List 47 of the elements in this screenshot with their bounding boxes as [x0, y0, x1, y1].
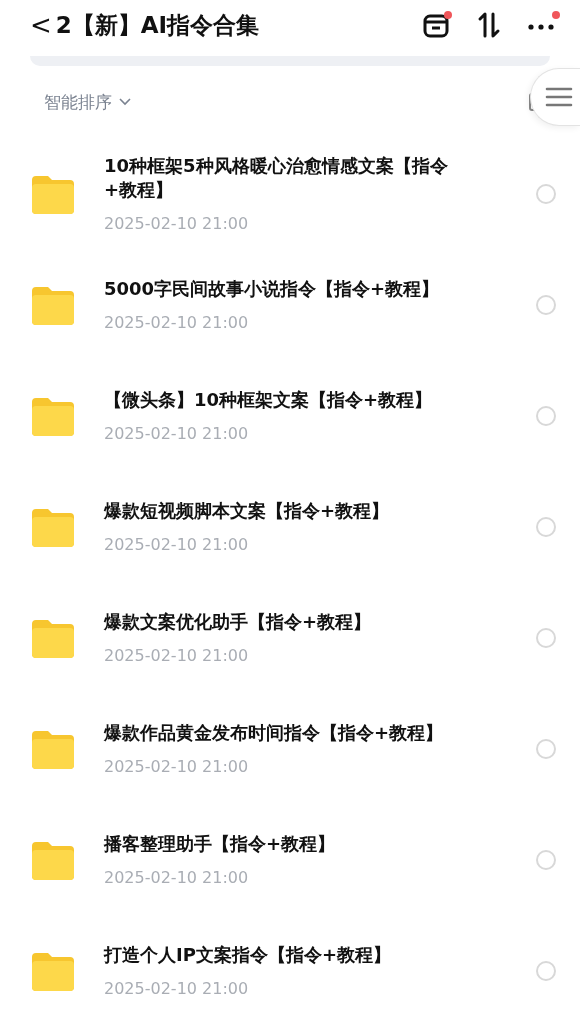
file-date: 2025-02-10 21:00 [104, 757, 250, 777]
select-circle[interactable] [536, 294, 556, 315]
file-row[interactable]: 【微头条】10种框架文案【指令+教程】 2025-02-10 21:00 [0, 360, 580, 471]
select-circle[interactable] [536, 516, 556, 537]
file-date: 2025-02-10 21:00 [104, 646, 250, 666]
file-row[interactable]: 爆款文案优化助手【指令+教程】 2025-02-10 21:00 [0, 582, 580, 693]
file-date: 2025-02-10 21:00 [104, 979, 250, 999]
folder-icon [30, 284, 76, 325]
box-icon[interactable] [422, 10, 452, 40]
file-row[interactable]: 爆款作品黄金发布时间指令【指令+教程】 2025-02-10 21:00 [0, 693, 580, 804]
select-circle[interactable] [536, 405, 556, 426]
file-name: 播客整理助手【指令+教程】 [104, 831, 337, 856]
file-date: 2025-02-10 21:00 [104, 868, 250, 888]
file-row[interactable]: 10种框架5种风格暖心治愈情感文案【指令+教程】 2025-02-10 21:00 [0, 138, 580, 249]
sort-dropdown[interactable]: 智能排序 [44, 90, 132, 114]
file-name: 爆款短视频脚本文案【指令+教程】 [104, 498, 391, 523]
select-circle[interactable] [536, 627, 556, 648]
file-date: 2025-02-10 21:00 [104, 535, 250, 555]
select-circle[interactable] [536, 738, 556, 759]
menu-button[interactable] [530, 68, 580, 126]
file-row[interactable]: 爆款短视频脚本文案【指令+教程】 2025-02-10 21:00 [0, 471, 580, 582]
folder-icon [30, 506, 76, 547]
select-circle[interactable] [536, 183, 556, 204]
folder-icon [30, 950, 76, 991]
file-date: 2025-02-10 21:00 [104, 424, 250, 444]
file-name: 打造个人IP文案指令【指令+教程】 [104, 942, 392, 967]
select-circle[interactable] [536, 849, 556, 870]
file-row[interactable]: 打造个人IP文案指令【指令+教程】 2025-02-10 21:00 [0, 915, 580, 1026]
file-row[interactable]: 5000字民间故事小说指令【指令+教程】 2025-02-10 21:00 [0, 249, 580, 360]
file-name: 爆款作品黄金发布时间指令【指令+教程】 [104, 720, 445, 745]
folder-icon [30, 395, 76, 436]
file-row[interactable]: 播客整理助手【指令+教程】 2025-02-10 21:00 [0, 804, 580, 915]
back-button[interactable]: < [30, 10, 56, 40]
file-date: 2025-02-10 21:00 [104, 214, 250, 234]
file-name: 【微头条】10种框架文案【指令+教程】 [104, 387, 434, 412]
folder-title: 2【新】AI指令合集 [55, 10, 260, 40]
folder-icon [30, 617, 76, 658]
chevron-down-icon [118, 97, 132, 107]
file-name: 5000字民间故事小说指令【指令+教程】 [104, 276, 441, 301]
file-date: 2025-02-10 21:00 [104, 313, 250, 333]
menu-icon [544, 86, 573, 108]
folder-icon [30, 173, 76, 214]
folder-icon [30, 839, 76, 880]
select-circle[interactable] [536, 960, 556, 981]
file-name: 10种框架5种风格暖心治愈情感文案【指令+教程】 [104, 153, 449, 202]
file-name: 爆款文案优化助手【指令+教程】 [104, 609, 373, 634]
folder-icon [30, 728, 76, 769]
